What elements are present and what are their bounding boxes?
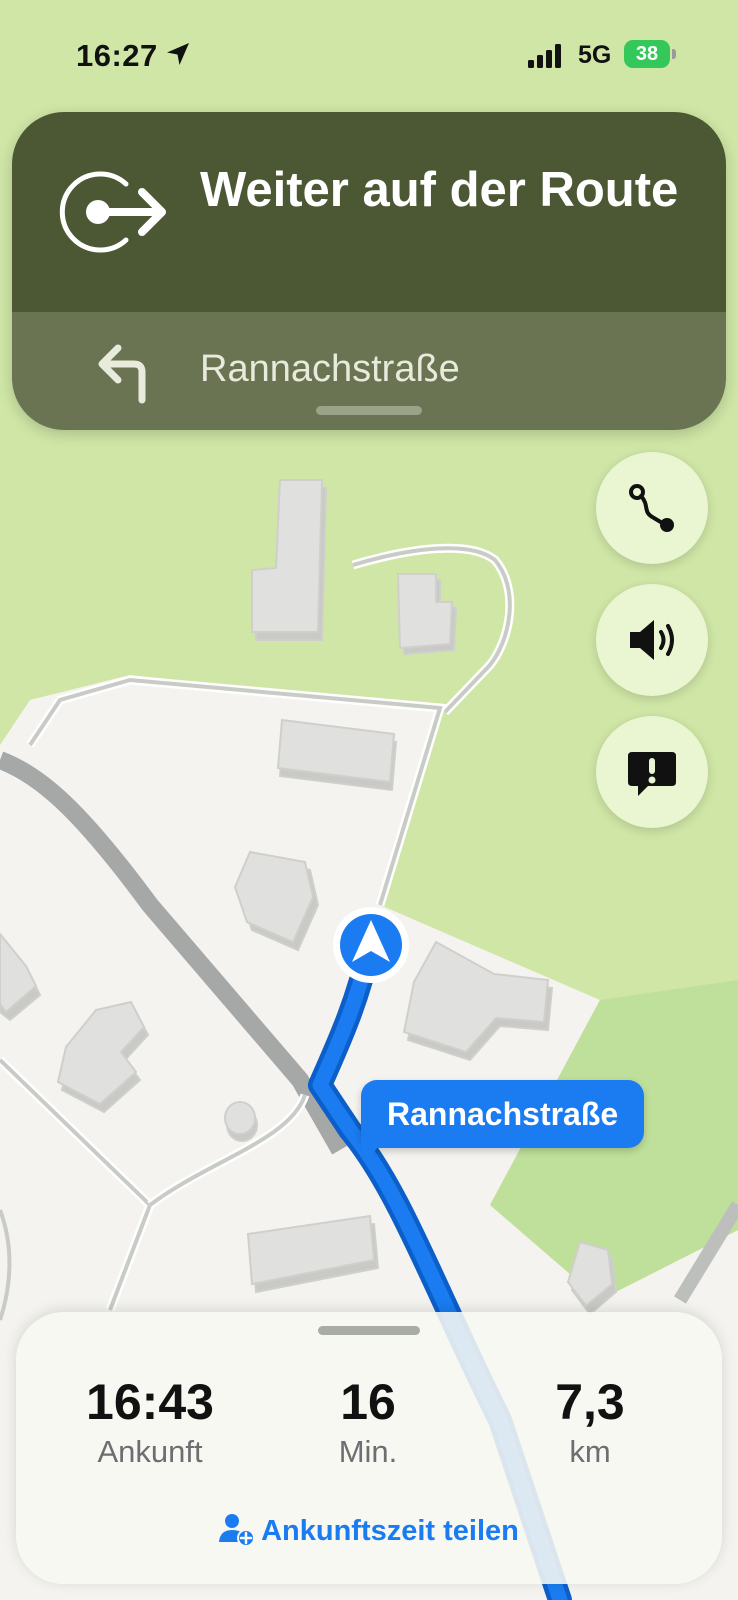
guidance-banner[interactable]: Weiter auf der Route Rannachstraße [12, 112, 726, 430]
location-arrow-icon [167, 43, 189, 65]
cellular-signal-icon [528, 44, 561, 68]
duration-minutes: 16 [340, 1374, 396, 1430]
network-type: 5G [578, 41, 612, 69]
share-eta-label: Ankunftszeit teilen [261, 1515, 519, 1547]
report-incident-icon [628, 752, 676, 796]
street-callout: Rannachstraße [361, 1080, 645, 1148]
route-overview-button[interactable] [596, 452, 708, 564]
status-time: 16:27 [76, 38, 158, 73]
distance-value: 7,3 [555, 1374, 625, 1430]
arrival-time: 16:43 [86, 1374, 214, 1430]
primary-instruction[interactable]: Weiter auf der Route [12, 112, 726, 312]
turn-left-icon [98, 344, 146, 404]
audio-button[interactable] [596, 584, 708, 696]
distance-stat: 7,3 km [480, 1372, 700, 1472]
share-eta-button[interactable]: Ankunftszeit teilen [16, 1508, 722, 1554]
next-street-name: Rannachstraße [200, 348, 460, 390]
duration-stat: 16 Min. [258, 1372, 478, 1472]
navigation-arrow-icon [333, 907, 409, 983]
report-incident-button[interactable] [596, 716, 708, 828]
trip-summary-sheet[interactable]: 16:43 Ankunft 16 Min. 7,3 km Ankunftszei… [16, 1312, 722, 1584]
battery-charging-icon: 38 [624, 40, 676, 68]
callout-tail [361, 1136, 387, 1160]
route-overview-icon [629, 484, 674, 532]
duration-label: Min. [338, 1434, 398, 1469]
battery-level: 38 [624, 40, 670, 68]
distance-label: km [569, 1434, 611, 1469]
next-maneuver[interactable]: Rannachstraße [12, 312, 726, 430]
speaker-icon [630, 620, 674, 660]
instruction-text: Weiter auf der Route [200, 163, 679, 217]
share-person-icon [219, 1514, 256, 1546]
banner-grabber[interactable] [316, 406, 422, 415]
arrival-stat: 16:43 Ankunft [40, 1372, 260, 1472]
battery-tip [672, 49, 676, 59]
sheet-grabber[interactable] [318, 1326, 420, 1335]
status-bar: 16:27 5G 38 [0, 0, 738, 110]
arrival-label: Ankunft [97, 1434, 203, 1469]
continue-route-icon [59, 171, 166, 253]
